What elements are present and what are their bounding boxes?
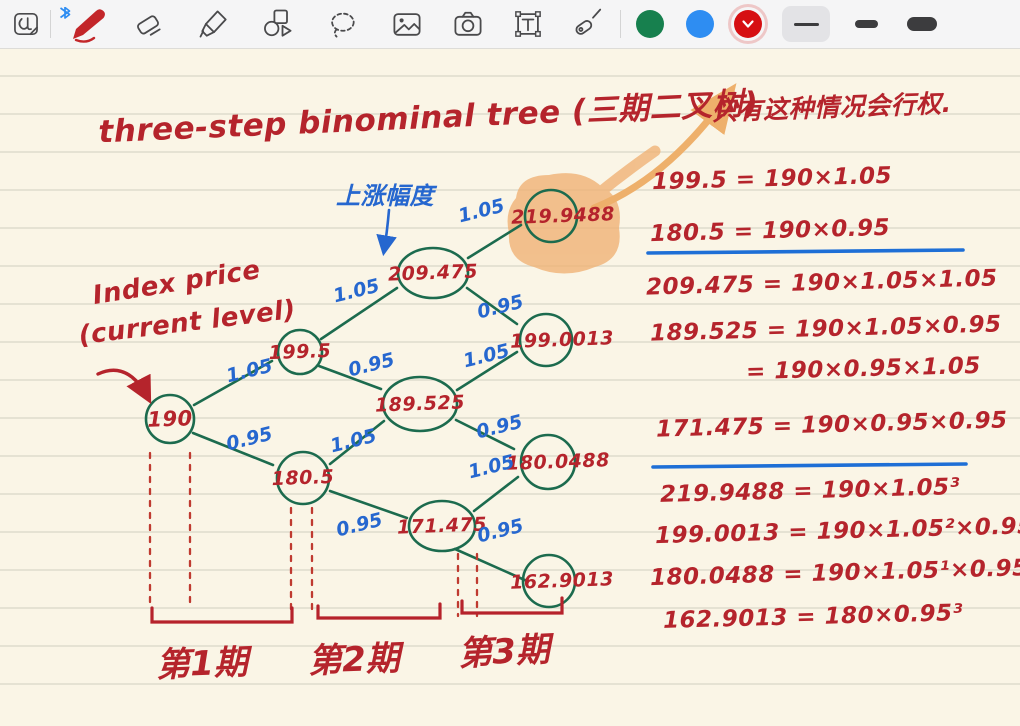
tree-node-value: 199.5: [268, 340, 331, 364]
color-swatch-red-selected[interactable]: [734, 10, 762, 38]
tree-node-value: 162.9013: [510, 568, 614, 594]
index-price-arrow: [98, 370, 148, 398]
highlighter-tool-button[interactable]: [192, 4, 236, 44]
page-thumbnail-button[interactable]: [4, 4, 48, 44]
highlighter-icon: [196, 6, 232, 42]
tree-node-value: 190: [147, 406, 193, 432]
lasso-icon: [324, 6, 360, 42]
period-label-3: 第3期: [457, 622, 551, 676]
thickness-thin-button[interactable]: [782, 6, 830, 42]
laser-pointer-icon: [566, 6, 602, 42]
eraser-icon: [130, 6, 166, 42]
lasso-tool-button[interactable]: [320, 4, 364, 44]
shapes-tool-button[interactable]: [256, 4, 300, 44]
text-tool-button[interactable]: [506, 4, 550, 44]
toolbar: [0, 0, 1020, 49]
pen-icon: [58, 4, 110, 44]
pen-tool-button[interactable]: [56, 4, 112, 44]
camera-icon: [450, 6, 486, 42]
thickness-medium-button[interactable]: [842, 6, 890, 42]
shapes-icon: [260, 6, 296, 42]
color-swatch-green[interactable]: [636, 10, 664, 38]
tree-node-value: 180.0488: [506, 449, 610, 475]
tree-node-value: 180.5: [271, 466, 334, 490]
image-icon: [389, 6, 425, 42]
period-label-2: 第2期: [307, 630, 400, 682]
thin-stroke-icon: [794, 23, 819, 26]
camera-tool-button[interactable]: [446, 4, 490, 44]
toolbar-divider: [620, 10, 621, 38]
thickness-thick-button[interactable]: [898, 6, 946, 42]
tree-node-circles: [146, 190, 577, 607]
color-swatch-blue[interactable]: [686, 10, 714, 38]
text-icon: [510, 6, 546, 42]
chevron-down-icon: [741, 18, 755, 30]
period-label-1: 第1期: [155, 634, 248, 686]
up-move-arrow: [384, 210, 389, 251]
note-canvas[interactable]: three-step binominal tree (三期二叉树) 只有这种情况…: [0, 48, 1020, 726]
thick-stroke-icon: [907, 17, 937, 31]
tree-node-value: 189.525: [375, 391, 466, 416]
page-thumbnail-icon: [9, 7, 43, 41]
tree-node-value: 209.475: [388, 260, 479, 285]
laser-pointer-tool-button[interactable]: [562, 4, 606, 44]
image-tool-button[interactable]: [385, 4, 429, 44]
tree-node-value: 199.0013: [510, 327, 614, 353]
tree-node-value-highlighted: 219.9488: [511, 203, 615, 229]
tree-node-value: 171.475: [397, 513, 488, 538]
bluetooth-icon: [61, 7, 70, 18]
up-move-label: 上涨幅度: [336, 176, 434, 211]
eraser-tool-button[interactable]: [126, 4, 170, 44]
medium-stroke-icon: [855, 20, 878, 28]
period-brackets: [152, 598, 562, 622]
note-app-window: three-step binominal tree (三期二叉树) 只有这种情况…: [0, 0, 1020, 726]
toolbar-divider: [50, 10, 51, 38]
